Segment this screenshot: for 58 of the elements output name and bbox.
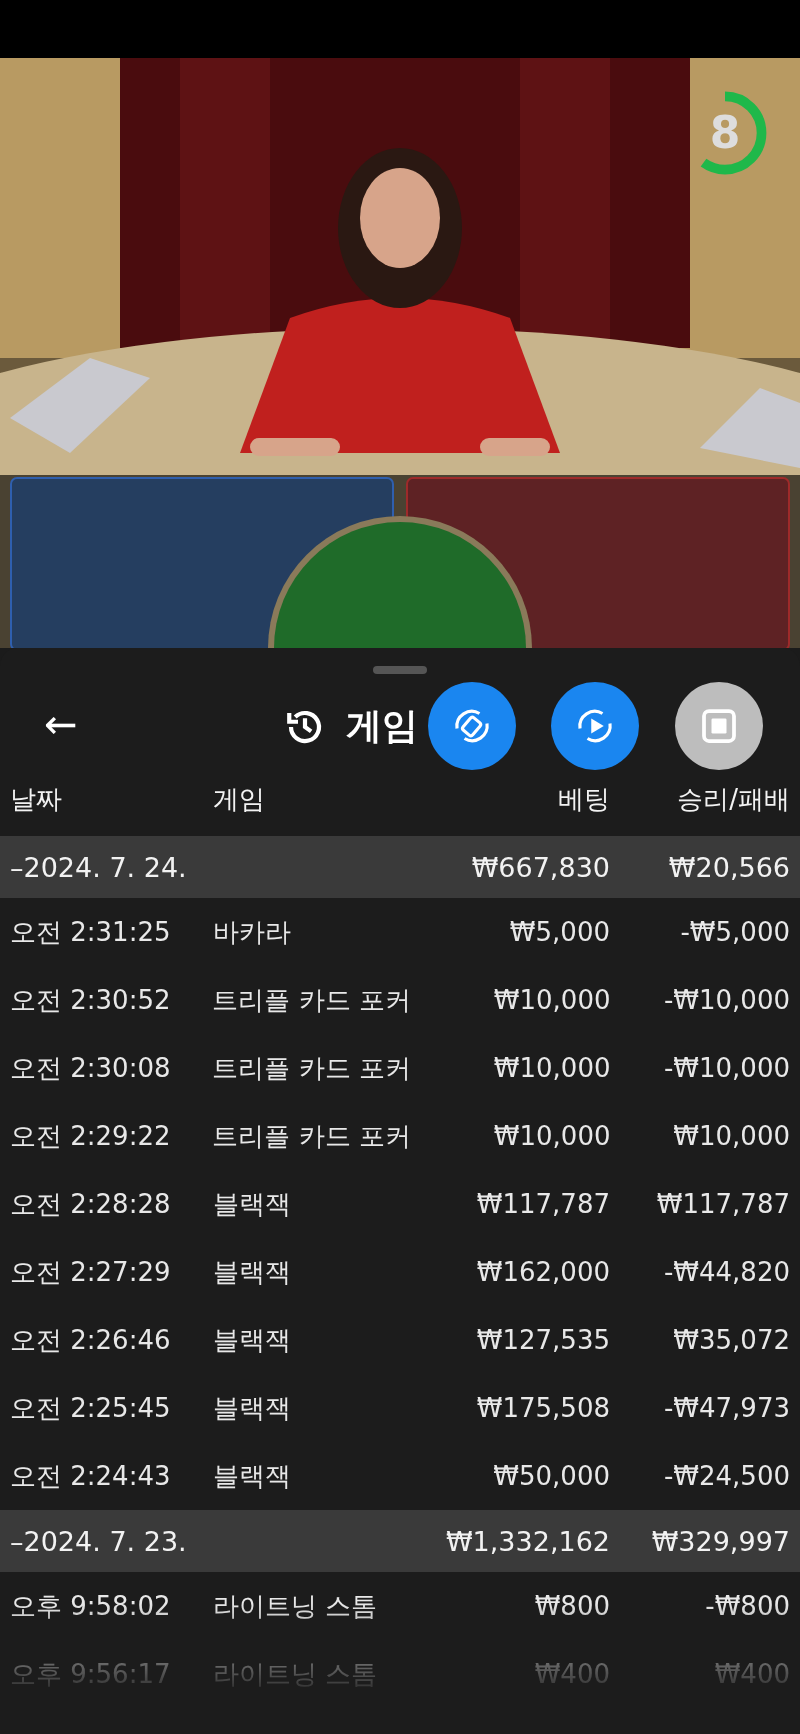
- bet-cell-text: ₩400: [533, 1659, 610, 1689]
- result-cell-text: -₩24,500: [662, 1461, 790, 1491]
- column-header: 날짜: [10, 782, 63, 816]
- result-total: ₩20,566: [667, 851, 790, 883]
- result-cell-text: -₩10,000: [662, 985, 790, 1015]
- time-cell-text: 오전 2:29:22: [10, 1119, 172, 1153]
- game-cell-text: 트리플 카드 포커: [212, 1119, 411, 1153]
- date-label: –2024. 7. 24.: [10, 851, 188, 883]
- time-cell-text: 오전 2:28:28: [10, 1187, 172, 1221]
- time-cell-text: 오전 2:31:25: [10, 915, 172, 949]
- result-cell-text: -₩5,000: [679, 917, 790, 947]
- time-cell-text: 오전 2:30:52: [10, 983, 172, 1017]
- time-cell-text: 오전 2:30:08: [10, 1051, 172, 1085]
- result-cell-text: ₩400: [713, 1659, 790, 1689]
- column-header: 베팅: [557, 782, 610, 816]
- bet-cell-text: ₩10,000: [492, 1121, 611, 1151]
- bet-cell-text: ₩10,000: [492, 1053, 611, 1083]
- game-cell-text: 블랙잭: [213, 1459, 292, 1493]
- time-cell-text: 오전 2:25:45: [10, 1391, 172, 1425]
- result-cell-text: ₩117,787: [655, 1189, 790, 1219]
- bet-total: ₩1,332,162: [444, 1525, 610, 1557]
- result-cell-text: -₩47,973: [662, 1393, 790, 1423]
- back-button[interactable]: ←: [34, 704, 88, 744]
- time-cell-text: 오후 9:56:17: [10, 1657, 172, 1691]
- result-cell-text: ₩10,000: [672, 1121, 790, 1151]
- time-cell-text: 오전 2:26:46: [10, 1323, 172, 1357]
- game-cell-text: 라이트닝 스톰: [213, 1589, 379, 1623]
- result-cell-text: -₩44,820: [662, 1257, 790, 1287]
- column-header: 승리/패배: [676, 782, 790, 816]
- bet-cell-text: ₩50,000: [492, 1461, 610, 1491]
- game-cell-text: 라이트닝 스톰: [213, 1657, 379, 1691]
- column-header: 게임: [213, 782, 266, 816]
- result-total: ₩329,997: [650, 1525, 790, 1557]
- bet-cell-text: ₩800: [533, 1591, 610, 1621]
- time-cell-text: 오전 2:27:29: [10, 1255, 172, 1289]
- bet-cell-text: ₩5,000: [508, 917, 610, 947]
- result-cell-text: ₩35,072: [672, 1325, 790, 1355]
- game-cell-text: 블랙잭: [213, 1187, 292, 1221]
- result-cell-text: -₩800: [704, 1591, 790, 1621]
- bet-total: ₩667,830: [470, 851, 610, 883]
- bet-cell-text: ₩117,787: [475, 1189, 610, 1219]
- bet-cell-text: ₩162,000: [475, 1257, 610, 1287]
- drag-handle[interactable]: [373, 666, 427, 674]
- game-cell-text: 블랙잭: [213, 1323, 292, 1357]
- time-cell-text: 오전 2:24:43: [10, 1459, 172, 1493]
- result-cell-text: -₩10,000: [662, 1053, 790, 1083]
- bet-cell-text: ₩10,000: [492, 985, 611, 1015]
- game-cell-text: 트리플 카드 포커: [212, 1051, 411, 1085]
- time-cell-text: 오후 9:58:02: [10, 1589, 172, 1623]
- game-cell-text: 블랙잭: [213, 1391, 292, 1425]
- game-cell-text: 바카라: [213, 915, 292, 949]
- date-label: –2024. 7. 23.: [10, 1525, 188, 1557]
- game-cell-text: 트리플 카드 포커: [212, 983, 411, 1017]
- game-cell-text: 블랙잭: [213, 1255, 292, 1289]
- bet-cell-text: ₩175,508: [475, 1393, 610, 1423]
- countdown-number: 8: [708, 108, 742, 158]
- panel-title: 게임: [346, 704, 418, 748]
- bet-cell-text: ₩127,535: [475, 1325, 610, 1355]
